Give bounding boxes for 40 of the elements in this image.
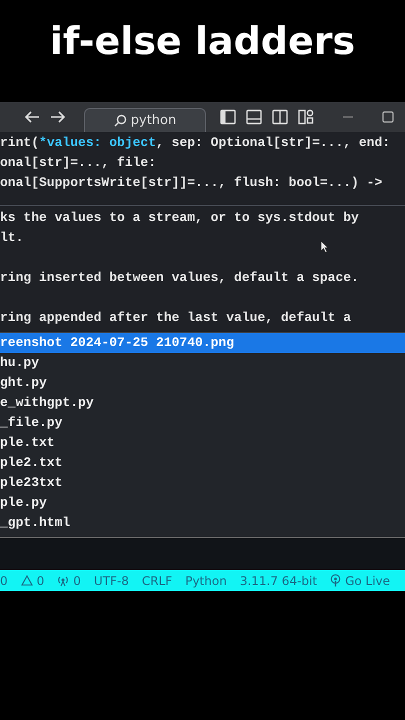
split-editor-icon[interactable]: [272, 109, 288, 125]
signature-line: onal[SupportsWrite[str]]=..., flush: bool=...) ->: [0, 174, 384, 192]
file-list-item[interactable]: _gpt.html: [0, 513, 405, 533]
video-caption: if-else ladders: [50, 19, 356, 63]
antenna-icon: [57, 574, 70, 586]
mouse-cursor-icon: [320, 240, 329, 253]
status-item[interactable]: CRLF: [142, 574, 172, 588]
doc-line: ring appended after the last value, default a: [0, 310, 352, 325]
file-list-item[interactable]: ple23txt: [0, 473, 405, 493]
sidebar-toggle-icon[interactable]: [220, 109, 236, 125]
panel-toggle-icon[interactable]: [246, 109, 262, 125]
file-list-item[interactable]: ple2.txt: [0, 453, 405, 473]
maximize-icon[interactable]: [382, 111, 394, 123]
file-list-item[interactable]: ple.py: [0, 493, 405, 513]
status-item[interactable]: Python: [185, 574, 227, 588]
signature-line: rint(*values: object, sep: Optional[str]=..., end:: [0, 134, 392, 152]
file-list-item[interactable]: ght.py: [0, 373, 405, 393]
status-item[interactable]: Go Live: [330, 574, 390, 588]
doc-line: ks the values to a stream, or to sys.stdout by: [0, 210, 359, 225]
signature-line: onal[str]=..., file:: [0, 154, 158, 172]
file-list-item[interactable]: ple.txt: [0, 433, 405, 453]
doc-line: lt.: [0, 230, 24, 245]
back-arrow-icon[interactable]: [24, 110, 40, 124]
status-item[interactable]: 0: [57, 574, 81, 588]
file-list-item[interactable]: hu.py: [0, 353, 405, 373]
forward-arrow-icon[interactable]: [50, 110, 66, 124]
minimize-icon[interactable]: [342, 115, 354, 119]
search-icon: [114, 114, 127, 127]
status-item[interactable]: UTF-8: [94, 574, 129, 588]
status-item[interactable]: 0: [0, 574, 8, 588]
layout-icon[interactable]: [298, 109, 314, 125]
warning-icon: [20, 575, 33, 586]
doc-line: ring inserted between values, default a space.: [0, 270, 359, 285]
broadcast-icon: [330, 574, 342, 587]
search-field[interactable]: python: [84, 108, 206, 132]
file-list-item[interactable]: reenshot 2024-07-25 210740.png: [0, 333, 405, 353]
status-item[interactable]: 0: [20, 574, 44, 588]
status-item[interactable]: 3.11.7 64-bit: [240, 574, 318, 588]
file-list-item[interactable]: e_withgpt.py: [0, 393, 405, 413]
file-list-item[interactable]: _file.py: [0, 413, 405, 433]
